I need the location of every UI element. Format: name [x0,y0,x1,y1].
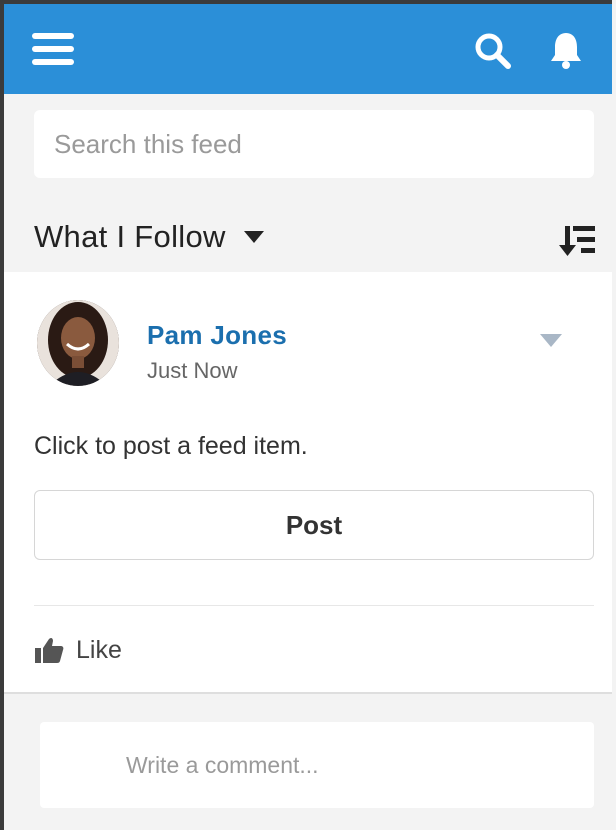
avatar[interactable] [37,300,119,386]
author-name[interactable]: Pam Jones [147,320,287,351]
search-feed-field[interactable] [34,110,594,178]
feed-filter-dropdown[interactable]: What I Follow [34,212,264,262]
feed-item-menu[interactable] [540,334,562,348]
card-separator [4,692,612,694]
feed-item-card: Pam Jones Just Now Click to post a feed … [4,272,612,692]
post-button[interactable]: Post [34,490,594,560]
post-timestamp: Just Now [147,358,238,383]
like-button[interactable]: Like [34,630,122,670]
window-edge [612,0,616,830]
caret-down-icon [243,231,264,243]
feed-filter-title: What I Follow [34,219,226,254]
top-navigation-bar [4,4,612,94]
hamburger-menu-icon[interactable] [32,31,74,67]
comment-field[interactable] [40,722,594,808]
thumbs-up-icon [35,637,64,663]
like-label: Like [76,635,122,664]
sort-icon[interactable] [559,223,597,259]
bell-icon[interactable] [548,30,584,70]
comment-input[interactable] [124,750,594,780]
chevron-down-icon [540,334,562,347]
app-window: What I Follow Pam Jones Just Now [0,0,612,830]
search-input[interactable] [52,127,594,161]
feed-item-body: Click to post a feed item. [34,432,308,460]
search-icon[interactable] [474,32,512,70]
divider [34,605,594,606]
